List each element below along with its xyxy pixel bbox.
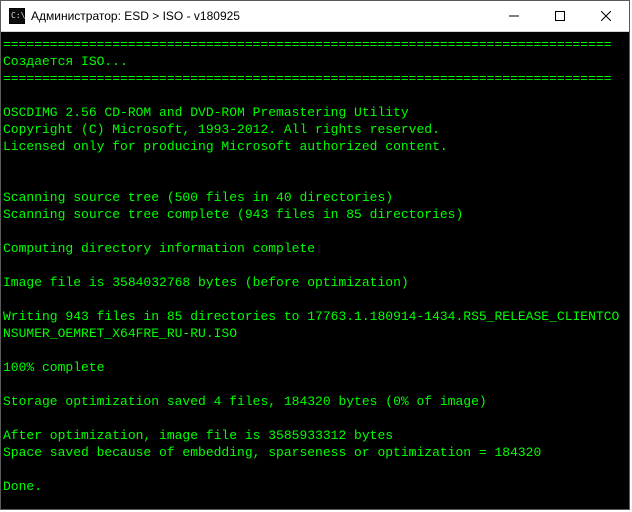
console-line [3, 223, 627, 240]
close-button[interactable] [583, 1, 629, 31]
cmd-window: C:\ Администратор: ESD > ISO - v180925 =… [0, 0, 630, 510]
window-title: Администратор: ESD > ISO - v180925 [31, 9, 240, 23]
console-line: 100% complete [3, 359, 627, 376]
console-line: Writing 943 files in 85 directories to 1… [3, 308, 627, 342]
window-controls [491, 1, 629, 31]
console-line [3, 172, 627, 189]
console-line [3, 461, 627, 478]
console-line: Copyright (C) Microsoft, 1993-2012. All … [3, 121, 627, 138]
divider-line: ========================================… [3, 36, 627, 53]
svg-text:C:\: C:\ [11, 11, 25, 20]
console-line [3, 257, 627, 274]
console-line [3, 376, 627, 393]
cmd-icon: C:\ [9, 8, 25, 24]
maximize-button[interactable] [537, 1, 583, 31]
console-line: Licensed only for producing Microsoft au… [3, 138, 627, 155]
console-line: OSCDIMG 2.56 CD-ROM and DVD-ROM Premaste… [3, 104, 627, 121]
console-line: Scanning source tree complete (943 files… [3, 206, 627, 223]
console-line: Computing directory information complete [3, 240, 627, 257]
console-line [3, 87, 627, 104]
console-line: Storage optimization saved 4 files, 1843… [3, 393, 627, 410]
titlebar: C:\ Администратор: ESD > ISO - v180925 [1, 1, 629, 32]
console-line: After optimization, image file is 358593… [3, 427, 627, 444]
console-line: Создается ISO... [3, 53, 627, 70]
console-output[interactable]: ========================================… [1, 32, 629, 509]
console-line: Image file is 3584032768 bytes (before o… [3, 274, 627, 291]
divider-line: ========================================… [3, 70, 627, 87]
console-line [3, 410, 627, 427]
console-line [3, 342, 627, 359]
console-line: Done. [3, 478, 627, 495]
minimize-button[interactable] [491, 1, 537, 31]
console-line: Scanning source tree (500 files in 40 di… [3, 189, 627, 206]
console-line [3, 291, 627, 308]
console-line: Space saved because of embedding, sparse… [3, 444, 627, 461]
console-line [3, 155, 627, 172]
console-line [3, 495, 627, 509]
